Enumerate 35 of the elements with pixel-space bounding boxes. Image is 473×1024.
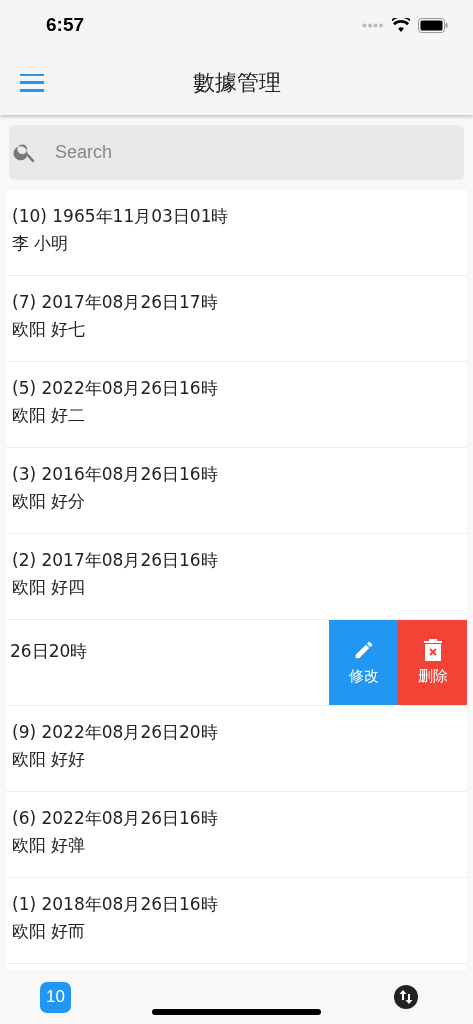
menu-button[interactable]	[20, 73, 44, 92]
trash-icon	[423, 639, 442, 661]
record-title: (5) 2022年08月26日16時	[12, 376, 219, 400]
list-item[interactable]: (1) 2018年08月26日16時 欧阳 好而	[6, 878, 467, 964]
record-title: (1) 2018年08月26日16時	[12, 892, 219, 916]
wifi-icon	[392, 18, 410, 32]
record-name: 欧阳 好四	[12, 575, 87, 599]
list-item[interactable]: (5) 2022年08月26日16時 欧阳 好二	[6, 362, 467, 448]
record-name: 欧阳 好七	[12, 317, 87, 341]
battery-icon	[418, 17, 448, 33]
list-item[interactable]: (9) 2022年08月26日20時 欧阳 好好	[6, 706, 467, 792]
record-title: 26日20時	[10, 640, 89, 663]
record-title: (3) 2016年08月26日16時	[12, 462, 219, 486]
search-field[interactable]: Search	[9, 125, 464, 180]
list-item[interactable]: (7) 2017年08月26日17時 欧阳 好七	[6, 276, 467, 362]
count-badge: 10	[40, 981, 71, 1013]
record-name: 欧阳 好而	[12, 919, 87, 943]
list-item[interactable]: (6) 2022年08月26日16時 欧阳 好弹	[6, 792, 467, 878]
record-title: (2) 2017年08月26日16時	[12, 548, 219, 572]
delete-button[interactable]: 删除	[398, 620, 467, 705]
record-title: (10) 1965年11月03日01時	[12, 204, 230, 228]
signal-icon	[362, 22, 384, 28]
record-name: 欧阳 好分	[12, 489, 87, 513]
record-title: (6) 2022年08月26日16時	[12, 806, 219, 830]
record-name: 李 小明	[12, 231, 70, 255]
sort-icon[interactable]	[394, 985, 418, 1009]
screen-title: 數據管理	[192, 68, 282, 97]
list-item[interactable]: (3) 2016年08月26日16時 欧阳 好分	[6, 448, 467, 534]
record-name: 欧阳 好弹	[12, 833, 87, 857]
record-name: 欧阳 好二	[12, 403, 87, 427]
record-title: (7) 2017年08月26日17時	[12, 290, 219, 314]
status-time: 6:57	[46, 14, 85, 36]
record-title: (9) 2022年08月26日20時	[12, 720, 219, 744]
record-name: 欧阳 好好	[12, 747, 87, 771]
list-item[interactable]: (10) 1965年11月03日01時 李 小明	[6, 190, 467, 276]
